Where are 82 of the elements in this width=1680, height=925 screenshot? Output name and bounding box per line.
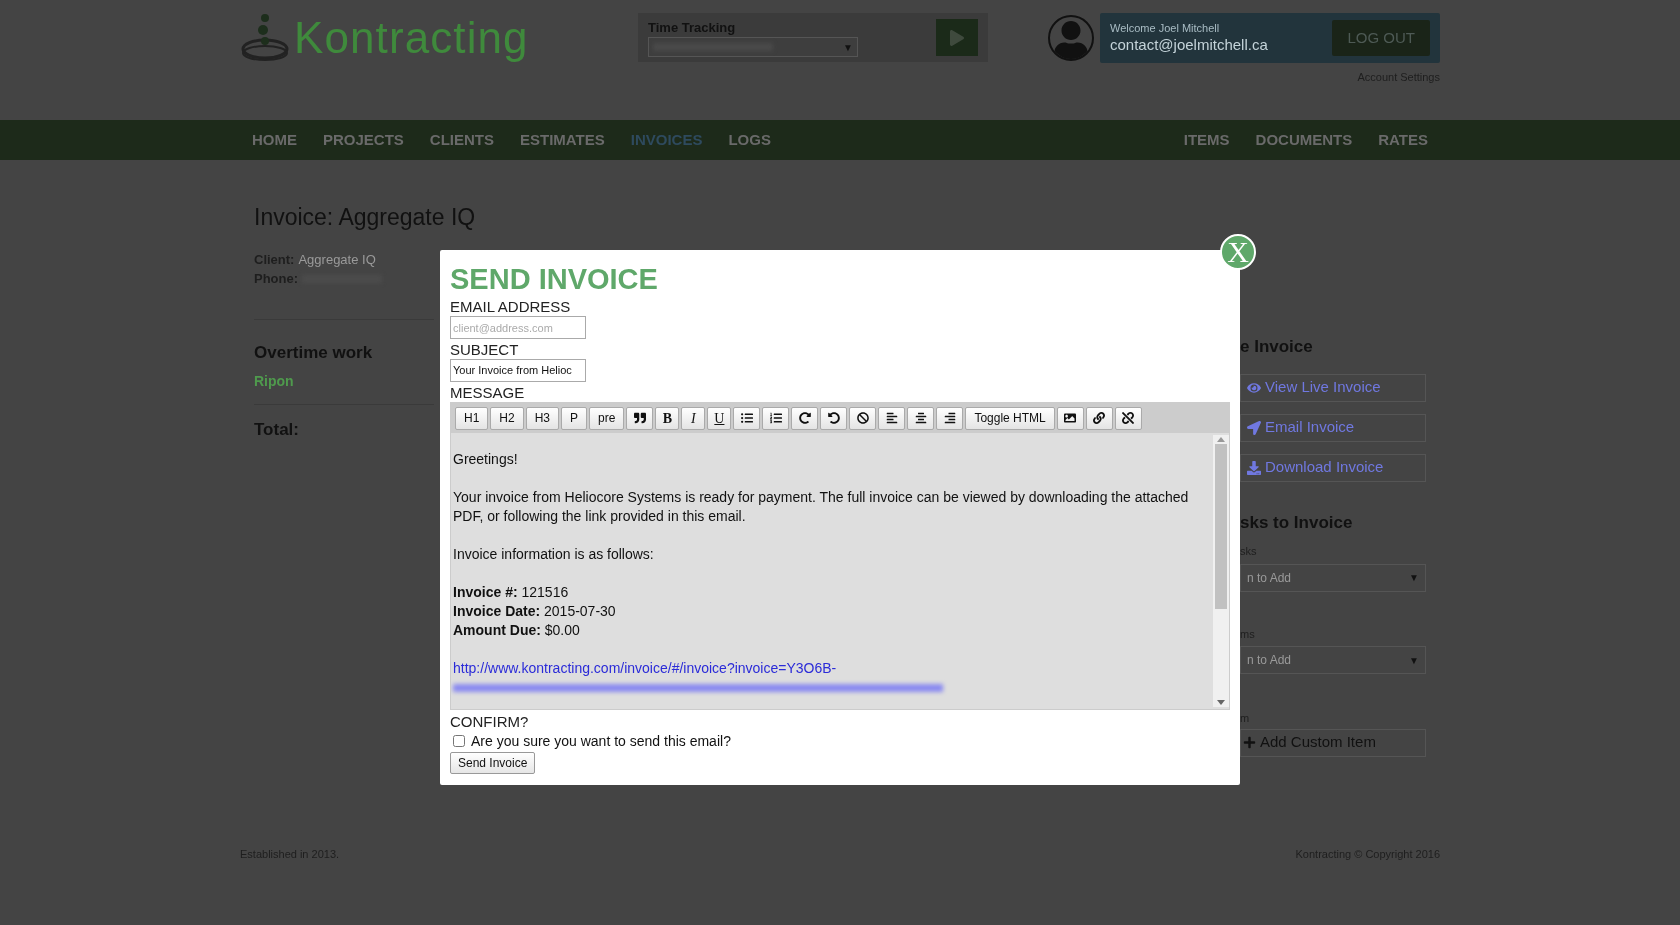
redo-icon xyxy=(798,412,811,424)
italic-button[interactable]: I xyxy=(681,406,706,430)
format-button[interactable]: H3 xyxy=(525,406,560,430)
message-text: Amount Due: $0.00 xyxy=(453,621,581,640)
dialog-title: SEND INVOICE xyxy=(450,262,659,297)
nav-link[interactable]: ESTIMATES xyxy=(520,128,605,152)
toolbar-button[interactable] xyxy=(1085,406,1113,430)
image-icon xyxy=(1064,412,1077,424)
download-icon xyxy=(1247,460,1261,475)
format-button[interactable]: P xyxy=(561,406,588,430)
format-button[interactable]: H1 xyxy=(455,406,489,430)
toolbar-button[interactable] xyxy=(1056,406,1084,430)
email-input[interactable]: client@address.com xyxy=(450,316,586,339)
numbered-list-icon xyxy=(769,412,782,424)
link-icon xyxy=(1093,412,1106,424)
close-button[interactable]: X xyxy=(1220,234,1256,270)
nav-link[interactable]: HOME xyxy=(252,128,297,152)
toolbar-button[interactable] xyxy=(791,406,819,430)
subject-input[interactable]: Your Invoice from Helioc xyxy=(450,359,586,382)
toolbar-button[interactable] xyxy=(733,406,761,430)
plus-icon xyxy=(1243,736,1256,749)
nav-link[interactable]: ITEMS xyxy=(1183,128,1230,152)
scroll-down-icon[interactable] xyxy=(1217,700,1225,705)
toolbar-button[interactable] xyxy=(907,406,935,430)
confirm-checkbox[interactable] xyxy=(453,735,465,747)
nav-link[interactable]: INVOICES xyxy=(630,128,703,152)
nav-link[interactable]: LOGS xyxy=(728,128,771,152)
message-text: Invoice #: 121516 xyxy=(453,583,570,602)
nav-link[interactable]: CLIENTS xyxy=(429,128,495,152)
bold-button[interactable]: B xyxy=(655,406,680,430)
toolbar-button[interactable] xyxy=(1114,406,1142,430)
nav-link[interactable]: PROJECTS xyxy=(323,128,404,152)
unlink-icon xyxy=(1122,412,1135,424)
toolbar-button[interactable] xyxy=(936,406,964,430)
nav-link[interactable]: RATES xyxy=(1378,128,1428,152)
quote-icon xyxy=(633,412,646,424)
scrollbar-thumb[interactable] xyxy=(1215,444,1227,609)
toolbar-button[interactable] xyxy=(820,406,848,430)
message-label: MESSAGE xyxy=(450,384,526,402)
avatar-icon xyxy=(1048,15,1094,61)
message-text: Your invoice from Heliocore Systems is ready for payment. The full invoice can be viewed by downloading the attached PDF, or following the link provided in this email. xyxy=(453,488,1190,526)
align-center-icon xyxy=(914,412,927,424)
align-right-icon xyxy=(943,412,956,424)
toolbar-button[interactable] xyxy=(762,406,790,430)
message-text: Greetings! xyxy=(453,450,519,469)
field-value: Aggregate IQ xyxy=(298,251,376,270)
undo-icon xyxy=(827,412,840,424)
invoice-link[interactable]: http://www.kontracting.com/invoice/#/invoice?invoice=Y3O6B- xyxy=(453,659,1193,678)
format-button[interactable]: pre xyxy=(589,406,625,430)
align-left-icon xyxy=(885,412,898,424)
underline-button[interactable]: U xyxy=(707,406,732,430)
subject-label: SUBJECT xyxy=(450,341,520,359)
format-button[interactable]: Toggle HTML xyxy=(965,406,1055,430)
logout-button[interactable]: LOG OUT xyxy=(1332,20,1430,56)
toolbar-button[interactable] xyxy=(878,406,906,430)
message-text: Invoice Date: 2015-07-30 xyxy=(453,602,617,621)
action-button[interactable]: Email Invoice xyxy=(1240,413,1426,442)
confirm-text: Are you sure you want to send this email? xyxy=(471,731,731,751)
toolbar-button[interactable] xyxy=(626,406,654,430)
item-select[interactable]: n to Add ▼ xyxy=(1240,646,1426,674)
paper-plane-icon xyxy=(1247,420,1261,435)
action-button[interactable]: View Live Invoice xyxy=(1240,373,1426,402)
logo-icon xyxy=(240,13,290,63)
send-invoice-button[interactable]: Send Invoice xyxy=(450,752,536,774)
email-label: EMAIL ADDRESS xyxy=(450,298,572,316)
user-email: contact@joelmitchell.ca xyxy=(1110,35,1268,55)
task-select[interactable]: ▼ xyxy=(648,37,858,58)
bullet-list-icon xyxy=(740,412,753,424)
confirm-label: CONFIRM? xyxy=(450,713,530,731)
item-client: Ripon xyxy=(254,372,294,391)
toolbar-button[interactable] xyxy=(849,406,877,430)
eye-icon xyxy=(1247,380,1261,395)
welcome-text: Welcome Joel Mitchell xyxy=(1110,21,1221,36)
play-icon xyxy=(949,29,965,46)
logo-text: Kontracting xyxy=(294,16,529,60)
message-text: Invoice information is as follows: xyxy=(453,545,655,564)
dropdown-arrow: ▼ xyxy=(843,40,853,55)
clear-format-icon xyxy=(856,412,869,424)
item-select[interactable]: n to Add ▼ xyxy=(1240,563,1426,592)
format-button[interactable]: H2 xyxy=(490,406,524,430)
nav-link[interactable]: DOCUMENTS xyxy=(1255,128,1353,152)
action-button[interactable]: Download Invoice xyxy=(1240,453,1426,482)
